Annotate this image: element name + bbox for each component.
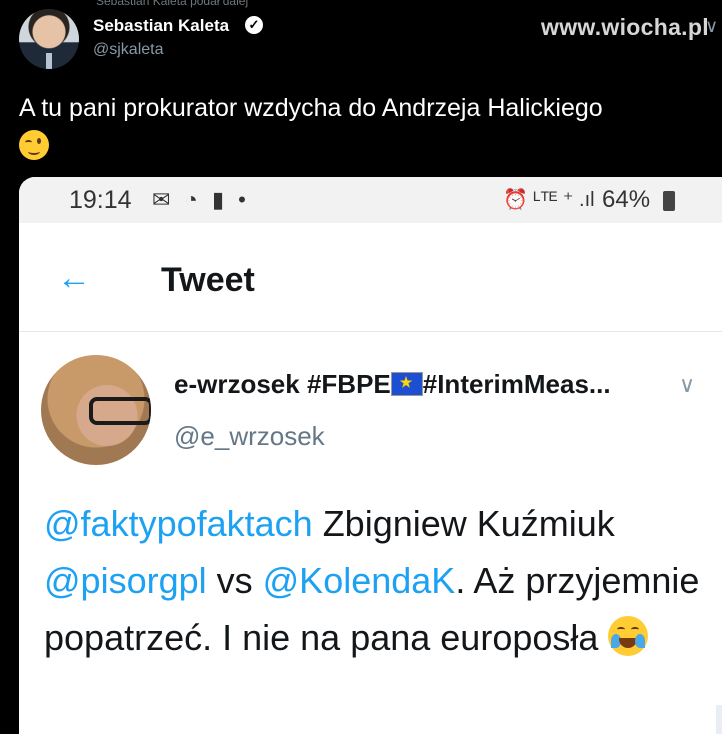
mention-link: @pisorgpl xyxy=(44,560,207,601)
quoted-author-handle: @e_wrzosek xyxy=(174,421,325,451)
notification-icons: ✉ ◔ ▮ • xyxy=(152,187,250,212)
phone-status-bar: 19:14 ✉ ◔ ▮ • ⏰ ᴸᵀᴱ ⁺ .ıl 64% xyxy=(19,177,722,223)
tweet-text: A tu pani prokurator wzdycha do Andrzeja… xyxy=(19,94,603,122)
quoted-menu-chevron-icon: ∨ xyxy=(679,372,696,397)
author-name[interactable]: Sebastian Kaleta xyxy=(93,16,229,36)
signal-icons: ⏰ ᴸᵀᴱ ⁺ .ıl xyxy=(503,189,595,211)
back-arrow-icon: ← xyxy=(57,259,91,297)
quoted-author-name: e-wrzosek #FBPE#InterimMeas... xyxy=(174,369,611,400)
author-avatar[interactable] xyxy=(19,9,79,69)
scrollbar[interactable] xyxy=(716,705,722,734)
embedded-phone-screenshot[interactable]: 19:14 ✉ ◔ ▮ • ⏰ ᴸᵀᴱ ⁺ .ıl 64% ← Tweet e-… xyxy=(19,177,722,734)
mention-link: @KolendaK xyxy=(262,560,456,601)
eu-flag-icon xyxy=(390,372,423,396)
retweet-context: Sebastian Kaleta podał dalej xyxy=(96,0,249,8)
tears-of-joy-emoji-icon xyxy=(608,616,649,656)
tweet-menu-chevron-icon[interactable]: ∨ xyxy=(705,16,718,37)
author-handle[interactable]: @sjkaleta xyxy=(93,41,164,59)
wink-emoji-icon xyxy=(19,130,49,160)
app-title: Tweet xyxy=(161,261,255,299)
quoted-avatar xyxy=(41,355,151,465)
verified-badge-icon: ✓ xyxy=(245,16,263,34)
battery-level: 64% xyxy=(602,186,651,213)
app-header: ← Tweet xyxy=(19,223,722,332)
battery-icon xyxy=(663,191,675,211)
watermark: www.wiocha.pl xyxy=(541,14,709,40)
mention-link: @faktypofaktach xyxy=(44,503,313,544)
status-time: 19:14 xyxy=(69,186,132,214)
quoted-tweet-text: @faktypofaktach Zbigniew Kuźmiuk @pisorg… xyxy=(44,503,700,658)
